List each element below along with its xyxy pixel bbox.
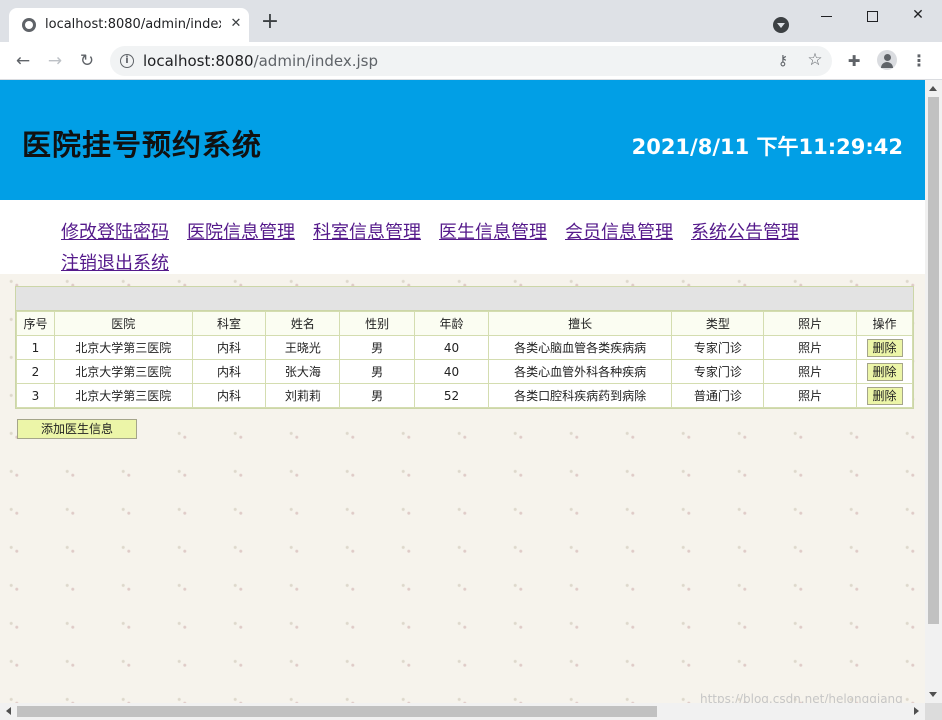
col-age: 年龄 bbox=[414, 311, 489, 336]
cell-name: 张大海 bbox=[265, 359, 341, 384]
cell-specialty: 各类心血管外科各种疾病 bbox=[487, 359, 673, 384]
scroll-down-arrow-icon[interactable] bbox=[929, 692, 937, 697]
new-tab-button[interactable]: + bbox=[259, 11, 281, 34]
cell-specialty: 各类心脑血管各类疾病病 bbox=[487, 335, 673, 360]
horizontal-scrollbar[interactable] bbox=[0, 703, 925, 720]
minimize-button[interactable] bbox=[806, 2, 846, 30]
scroll-up-arrow-icon[interactable] bbox=[929, 86, 937, 91]
extensions-icon[interactable]: ✚ bbox=[844, 51, 864, 71]
cell-department: 内科 bbox=[191, 359, 267, 384]
table-header-row: 序号 医院 科室 姓名 性别 年龄 擅长 类型 照片 操作 bbox=[16, 311, 913, 336]
delete-button[interactable]: 删除 bbox=[866, 362, 903, 381]
tab-search-icon[interactable] bbox=[773, 17, 789, 33]
cell-index: 3 bbox=[16, 383, 55, 408]
star-icon[interactable]: ☆ bbox=[806, 51, 824, 69]
cell-age: 40 bbox=[414, 359, 489, 384]
reload-icon[interactable]: ↻ bbox=[76, 50, 98, 72]
site-header: 医院挂号预约系统 2021/8/11 下午11:29:42 bbox=[0, 80, 925, 200]
tab-close-icon[interactable]: ✕ bbox=[228, 14, 244, 34]
cell-age: 52 bbox=[414, 383, 489, 408]
page-viewport: 医院挂号预约系统 2021/8/11 下午11:29:42 修改登陆密码 医院信息… bbox=[0, 80, 925, 703]
add-doctor-button[interactable]: 添加医生信息 bbox=[17, 419, 137, 439]
admin-nav: 修改登陆密码 医院信息管理 科室信息管理 医生信息管理 会员信息管理 系统公告管理 注销退出… bbox=[0, 200, 925, 274]
cell-name: 王晓光 bbox=[265, 335, 341, 360]
cell-gender: 男 bbox=[339, 335, 416, 360]
col-type: 类型 bbox=[671, 311, 765, 336]
browser-toolbar: ← → ↻ i localhost:8080/admin/index.jsp ⚷… bbox=[0, 42, 942, 80]
tab-title: localhost:8080/admin/index.jsp bbox=[45, 17, 221, 32]
nav-link-department[interactable]: 科室信息管理 bbox=[313, 217, 421, 248]
cell-department: 内科 bbox=[191, 383, 267, 408]
back-icon[interactable]: ← bbox=[12, 50, 34, 72]
url-host: localhost:8080 bbox=[143, 52, 254, 70]
cell-department: 内科 bbox=[191, 335, 267, 360]
scroll-right-arrow-icon[interactable] bbox=[914, 707, 919, 715]
table-row: 3 北京大学第三医院 内科 刘莉莉 男 52 各类口腔科疾病药到病除 普通门诊 … bbox=[16, 383, 913, 408]
maximize-button[interactable] bbox=[852, 2, 892, 30]
vertical-scrollbar[interactable] bbox=[925, 80, 942, 703]
col-gender: 性别 bbox=[339, 311, 416, 336]
url-path: /admin/index.jsp bbox=[253, 52, 378, 70]
nav-link-announcement[interactable]: 系统公告管理 bbox=[691, 217, 799, 248]
cell-gender: 男 bbox=[339, 383, 416, 408]
nav-links: 修改登陆密码 医院信息管理 科室信息管理 医生信息管理 会员信息管理 系统公告管理注销退出… bbox=[61, 217, 861, 279]
cell-type: 专家门诊 bbox=[671, 359, 765, 384]
cell-age: 40 bbox=[414, 335, 489, 360]
nav-link-change-password[interactable]: 修改登陆密码 bbox=[61, 217, 169, 248]
cell-index: 1 bbox=[16, 335, 55, 360]
clock: 2021/8/11 下午11:29:42 bbox=[631, 135, 903, 159]
cell-hospital: 北京大学第三医院 bbox=[53, 359, 193, 384]
close-window-button[interactable]: ✕ bbox=[898, 2, 938, 30]
browser-tab[interactable]: localhost:8080/admin/index.jsp ✕ bbox=[9, 8, 249, 42]
scroll-left-arrow-icon[interactable] bbox=[6, 707, 11, 715]
url-text[interactable]: localhost:8080/admin/index.jsp bbox=[143, 52, 378, 70]
nav-link-hospital[interactable]: 医院信息管理 bbox=[187, 217, 295, 248]
vertical-scroll-thumb[interactable] bbox=[928, 97, 939, 624]
browser-titlebar: localhost:8080/admin/index.jsp ✕ + ✕ bbox=[0, 0, 942, 42]
cell-type: 普通门诊 bbox=[671, 383, 765, 408]
nav-link-member[interactable]: 会员信息管理 bbox=[565, 217, 673, 248]
cell-photo: 照片 bbox=[763, 359, 857, 384]
info-icon[interactable]: i bbox=[120, 54, 134, 68]
cell-hospital: 北京大学第三医院 bbox=[53, 335, 193, 360]
col-hospital: 医院 bbox=[53, 311, 193, 336]
table-row: 1 北京大学第三医院 内科 王晓光 男 40 各类心脑血管各类疾病病 专家门诊 … bbox=[16, 335, 913, 360]
site-title: 医院挂号预约系统 bbox=[22, 128, 263, 162]
cell-photo: 照片 bbox=[763, 335, 857, 360]
forward-icon[interactable]: → bbox=[44, 50, 66, 72]
col-specialty: 擅长 bbox=[487, 311, 673, 336]
nav-link-doctor[interactable]: 医生信息管理 bbox=[439, 217, 547, 248]
cell-action: 删除 bbox=[856, 335, 913, 360]
table-row: 2 北京大学第三医院 内科 张大海 男 40 各类心血管外科各种疾病 专家门诊 … bbox=[16, 359, 913, 384]
col-department: 科室 bbox=[191, 311, 267, 336]
cell-type: 专家门诊 bbox=[671, 335, 765, 360]
col-name: 姓名 bbox=[265, 311, 341, 336]
doctor-table-panel: 序号 医院 科室 姓名 性别 年龄 擅长 类型 照片 操作 1 北京大学第三医院… bbox=[15, 286, 914, 409]
horizontal-scroll-thumb[interactable] bbox=[17, 706, 657, 717]
cell-photo: 照片 bbox=[763, 383, 857, 408]
panel-header bbox=[16, 287, 913, 311]
cell-action: 删除 bbox=[856, 359, 913, 384]
nav-link-logout[interactable]: 注销退出系统 bbox=[61, 248, 169, 279]
scrollbar-corner bbox=[925, 703, 942, 720]
col-index: 序号 bbox=[16, 311, 55, 336]
cell-hospital: 北京大学第三医院 bbox=[53, 383, 193, 408]
cell-specialty: 各类口腔科疾病药到病除 bbox=[487, 383, 673, 408]
globe-icon bbox=[22, 18, 36, 32]
key-icon[interactable]: ⚷ bbox=[775, 53, 791, 69]
address-bar[interactable]: i localhost:8080/admin/index.jsp ⚷ ☆ bbox=[110, 46, 832, 76]
delete-button[interactable]: 删除 bbox=[866, 338, 903, 357]
cell-name: 刘莉莉 bbox=[265, 383, 341, 408]
cell-gender: 男 bbox=[339, 359, 416, 384]
col-action: 操作 bbox=[856, 311, 913, 336]
doctor-table: 序号 医院 科室 姓名 性别 年龄 擅长 类型 照片 操作 1 北京大学第三医院… bbox=[16, 311, 913, 408]
delete-button[interactable]: 删除 bbox=[866, 386, 903, 405]
col-photo: 照片 bbox=[763, 311, 857, 336]
menu-icon[interactable]: ⋮ bbox=[910, 50, 928, 72]
cell-action: 删除 bbox=[856, 383, 913, 408]
avatar[interactable] bbox=[877, 50, 897, 70]
cell-index: 2 bbox=[16, 359, 55, 384]
